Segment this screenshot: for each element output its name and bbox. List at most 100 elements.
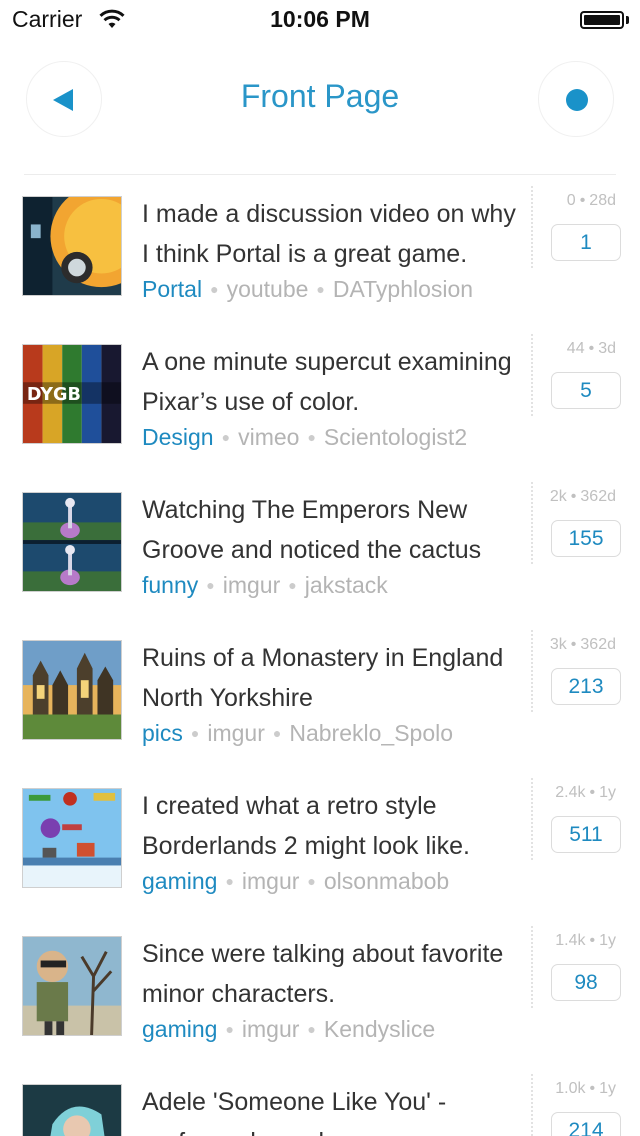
story-thumbnail[interactable]: DYGB <box>22 344 122 444</box>
meta-separator: ● <box>307 873 316 889</box>
story-subreddit[interactable]: funny <box>142 572 198 598</box>
column-divider <box>531 926 533 1008</box>
story-domain: imgur <box>241 1016 300 1042</box>
story-thumbnail[interactable] <box>22 788 122 888</box>
story-thumbnail[interactable] <box>22 492 122 592</box>
meta-separator: ● <box>221 429 231 445</box>
story-subreddit[interactable]: gaming <box>142 868 217 894</box>
story-thumbnail[interactable] <box>22 1084 122 1136</box>
story-author[interactable]: Scientologist2 <box>324 424 467 450</box>
story-age: 1y <box>599 784 616 801</box>
svg-text:DYGB: DYGB <box>27 385 81 405</box>
column-divider <box>531 186 533 268</box>
stats-separator: • <box>570 488 577 505</box>
comments-button[interactable]: 155 <box>551 520 621 557</box>
story-score: 1.0k <box>555 1080 586 1097</box>
story-author[interactable]: Nabreklo_Spolo <box>289 720 453 746</box>
story-score: 44 <box>566 340 585 357</box>
story-score: 2k <box>549 488 567 505</box>
story-subreddit[interactable]: gaming <box>142 1016 217 1042</box>
story-title[interactable]: A one minute supercut examining Pixar’s … <box>142 342 528 422</box>
story-domain: youtube <box>226 276 309 302</box>
story-age: 3d <box>598 340 616 357</box>
column-divider <box>531 630 533 712</box>
options-button[interactable] <box>538 61 614 137</box>
story-meta: gaming ● imgur ● Kendyslice <box>142 1014 435 1044</box>
meta-separator: ● <box>307 429 316 445</box>
comments-button[interactable]: 98 <box>551 964 621 1001</box>
story-title[interactable]: I created what a retro style Borderlands… <box>142 786 528 866</box>
story-row[interactable]: DYGB A one minute supercut examining Pix… <box>0 324 640 472</box>
story-meta: pics ● imgur ● Nabreklo_Spolo <box>142 718 453 748</box>
stats-separator: • <box>570 636 577 653</box>
story-age: 1y <box>599 1080 616 1097</box>
meta-separator: ● <box>225 1021 234 1037</box>
story-title[interactable]: Adele 'Someone Like You' - performed on … <box>142 1082 528 1136</box>
comments-button[interactable]: 511 <box>551 816 621 853</box>
story-age: 1y <box>599 932 616 949</box>
stats-separator: • <box>588 340 595 357</box>
story-domain: imgur <box>207 720 265 746</box>
story-thumbnail[interactable] <box>22 196 122 296</box>
story-subreddit[interactable]: pics <box>142 720 183 746</box>
column-divider <box>531 1074 533 1136</box>
story-stats: 1.0k • 1y <box>555 1080 616 1098</box>
story-age: 362d <box>580 488 616 505</box>
meta-separator: ● <box>190 725 200 741</box>
story-author[interactable]: jakstack <box>305 572 388 598</box>
battery-icon <box>580 11 624 29</box>
comments-button[interactable]: 5 <box>551 372 621 409</box>
nav-divider <box>24 174 616 175</box>
story-score: 1.4k <box>555 932 586 949</box>
column-divider <box>531 778 533 860</box>
story-subreddit[interactable]: Portal <box>142 276 202 302</box>
column-divider <box>531 482 533 564</box>
meta-separator: ● <box>272 725 282 741</box>
story-author[interactable]: olsonmabob <box>324 868 449 894</box>
meta-separator: ● <box>288 577 297 593</box>
story-title[interactable]: Watching The Emperors New Groove and not… <box>142 490 528 570</box>
story-row[interactable]: Ruins of a Monastery in England North Yo… <box>0 620 640 768</box>
meta-separator: ● <box>225 873 234 889</box>
meta-separator: ● <box>307 1021 316 1037</box>
story-stats: 1.4k • 1y <box>555 932 616 950</box>
battery-nub <box>626 16 629 24</box>
story-row[interactable]: I created what a retro style Borderlands… <box>0 768 640 916</box>
meta-separator: ● <box>210 281 219 297</box>
story-stats: 2k • 362d <box>550 488 616 506</box>
story-meta: funny ● imgur ● jakstack <box>142 570 388 600</box>
story-row[interactable]: I made a discussion video on why I think… <box>0 176 640 324</box>
column-divider <box>531 334 533 416</box>
story-row[interactable]: Since were talking about favorite minor … <box>0 916 640 1064</box>
story-author[interactable]: DATyphlosion <box>333 276 473 302</box>
story-age: 28d <box>589 192 616 209</box>
comments-button[interactable]: 1 <box>551 224 621 261</box>
stats-separator: • <box>589 932 596 949</box>
story-row[interactable]: Watching The Emperors New Groove and not… <box>0 472 640 620</box>
story-score: 0 <box>566 192 576 209</box>
story-title[interactable]: Since were talking about favorite minor … <box>142 934 528 1014</box>
story-meta: Design ● vimeo ● Scientologist2 <box>142 422 467 452</box>
story-domain: imgur <box>241 868 300 894</box>
story-stats: 0 • 28d <box>567 192 616 210</box>
story-stats: 44 • 3d <box>567 340 616 358</box>
story-title[interactable]: I made a discussion video on why I think… <box>142 194 528 274</box>
story-title[interactable]: Ruins of a Monastery in England North Yo… <box>142 638 528 718</box>
story-score: 2.4k <box>555 784 586 801</box>
meta-separator: ● <box>316 281 325 297</box>
story-thumbnail[interactable] <box>22 640 122 740</box>
clock: 10:06 PM <box>270 6 370 32</box>
story-thumbnail[interactable] <box>22 936 122 1036</box>
status-bar: Carrier 10:06 PM <box>0 0 640 40</box>
stats-separator: • <box>589 1080 596 1097</box>
story-author[interactable]: Kendyslice <box>324 1016 435 1042</box>
story-domain: imgur <box>222 572 281 598</box>
story-domain: vimeo <box>238 424 300 450</box>
story-subreddit[interactable]: Design <box>142 424 214 450</box>
meta-separator: ● <box>206 577 215 593</box>
story-row[interactable]: Adele 'Someone Like You' - performed on … <box>0 1064 640 1136</box>
comments-button[interactable]: 214 <box>551 1112 621 1136</box>
comments-button[interactable]: 213 <box>551 668 621 705</box>
story-score: 3k <box>549 636 567 653</box>
story-stats: 2.4k • 1y <box>555 784 616 802</box>
